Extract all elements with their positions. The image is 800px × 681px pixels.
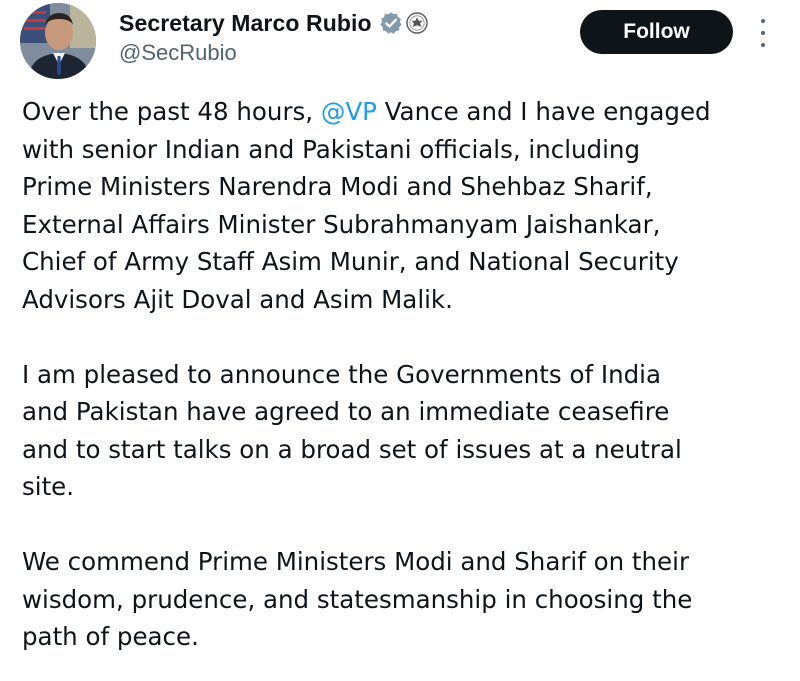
follow-button[interactable]: Follow bbox=[580, 10, 733, 54]
more-vertical-icon[interactable] bbox=[756, 19, 770, 47]
more-dot bbox=[761, 43, 765, 47]
tweet-paragraph-3: We commend Prime Ministers Modi and Shar… bbox=[22, 543, 797, 656]
avatar[interactable] bbox=[20, 3, 96, 79]
text-line: I am pleased to announce the Governments… bbox=[22, 359, 661, 389]
text-line: External Affairs Minister Subrahmanyam J… bbox=[22, 209, 661, 239]
state-department-seal-icon[interactable] bbox=[405, 12, 428, 34]
text-line: Over the past 48 hours, @VP Vance and I … bbox=[22, 93, 797, 131]
text-line: We commend Prime Ministers Modi and Shar… bbox=[22, 547, 690, 576]
text-line: and Pakistan have agreed to an immediate… bbox=[22, 397, 670, 426]
tweet-paragraph-2: I am pleased to announce the Governments… bbox=[22, 356, 797, 506]
text-line: site. bbox=[22, 472, 75, 501]
text-line: wisdom, prudence, and statesmanship in c… bbox=[22, 584, 693, 614]
verified-badge-icon[interactable] bbox=[379, 11, 403, 35]
text-segment: Over the past 48 hours, bbox=[22, 97, 321, 126]
mention-link[interactable]: @VP bbox=[321, 97, 377, 126]
text-line: with senior Indian and Pakistani officia… bbox=[22, 134, 640, 164]
avatar-image bbox=[20, 3, 96, 79]
author-handle[interactable]: @SecRubio bbox=[119, 40, 237, 66]
text-segment: Vance and I have engaged bbox=[376, 97, 711, 126]
text-line: Advisors Ajit Doval and Asim Malik. bbox=[22, 284, 453, 314]
tweet-text: Over the past 48 hours, @VP Vance and I … bbox=[22, 93, 797, 656]
text-line: and to start talks on a broad set of iss… bbox=[22, 434, 682, 464]
author-name-row: Secretary Marco Rubio bbox=[119, 6, 428, 40]
text-line: Chief of Army Staff Asim Munir, and Nati… bbox=[22, 247, 679, 276]
text-line: Prime Ministers Narendra Modi and Shehba… bbox=[22, 172, 653, 201]
text-line: path of peace. bbox=[22, 622, 199, 651]
more-dot bbox=[761, 19, 765, 23]
author-display-name[interactable]: Secretary Marco Rubio bbox=[119, 10, 372, 37]
tweet-card: Secretary Marco Rubio @SecRubio Follow O… bbox=[0, 0, 800, 681]
tweet-paragraph-1: Over the past 48 hours, @VP Vance and I … bbox=[22, 93, 797, 318]
more-dot bbox=[761, 31, 765, 35]
